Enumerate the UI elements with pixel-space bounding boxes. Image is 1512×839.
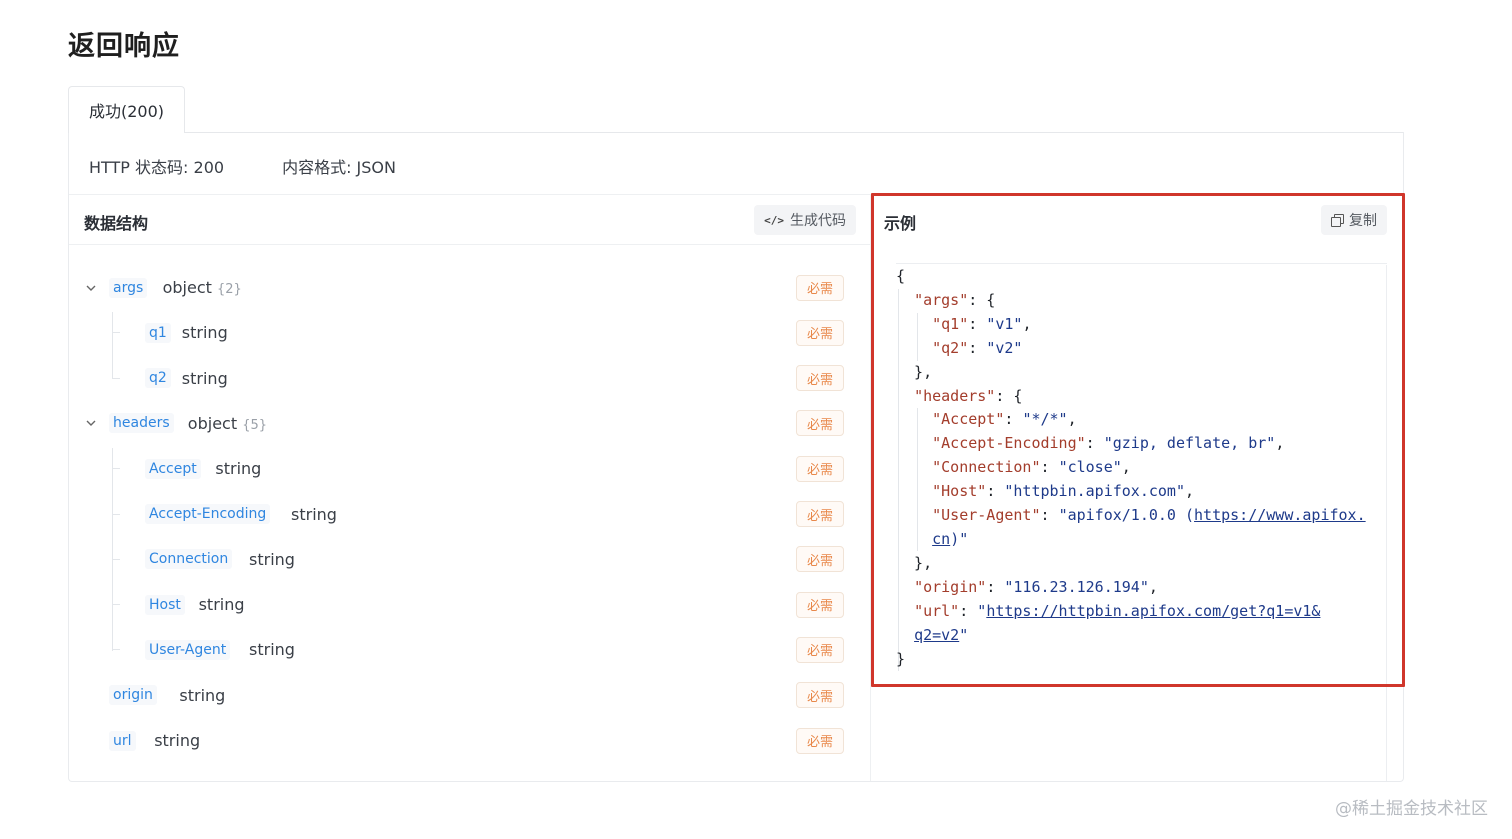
tree-branch [112,332,120,334]
code-right-border [1386,265,1387,781]
tree-branch [112,649,120,651]
required-badge: 必需 [796,274,844,301]
schema-row-accept-encoding: Accept-Encoding string 必需 [69,492,870,537]
required-badge: 必需 [796,591,844,618]
copy-label: 复制 [1349,213,1377,229]
response-meta: HTTP 状态码: 200 内容格式: JSON [89,154,396,178]
example-json-code[interactable]: { "args": { "q1": "v1", "q2": "v2" }, "h… [896,265,1366,671]
generate-code-label: 生成代码 [790,213,846,229]
schema-row-host: Host string 必需 [69,582,870,627]
field-type: object {2} [162,278,242,297]
http-status: HTTP 状态码: 200 [89,158,225,177]
generate-code-button[interactable]: </> 生成代码 [754,205,856,235]
schema-row-origin: origin string 必需 [69,673,870,718]
required-badge: 必需 [796,410,844,437]
schema-row-connection: Connection string 必需 [69,537,870,582]
schema-header: 数据结构 </> 生成代码 [69,195,870,245]
schema-row-args[interactable]: args object {2} 必需 [69,265,870,310]
field-name: url [109,730,136,751]
required-badge: 必需 [796,319,844,346]
required-badge: 必需 [796,365,844,392]
code-top-border [896,263,1387,264]
example-section: 示例 复制 { "args": { "q1": "v1", "q2": "v2"… [872,195,1403,781]
response-panel: HTTP 状态码: 200 内容格式: JSON 数据结构 </> 生成代码 a… [68,132,1404,782]
field-type: string [181,368,228,388]
field-name: Host [145,594,185,615]
field-name: Connection [145,549,233,570]
field-type: object {5} [187,413,268,433]
code-icon: </> [764,213,784,227]
field-name: Accept [145,458,201,479]
required-badge: 必需 [796,636,844,663]
schema-row-user-agent: User-Agent string 必需 [69,627,870,672]
field-type: string [291,504,337,524]
field-type: string [215,459,262,479]
field-type: string [249,549,295,569]
field-name: headers [109,413,174,434]
schema-title: 数据结构 [84,214,149,233]
field-count: {5} [242,417,268,433]
schema-row-q2: q2 string 必需 [69,356,870,401]
field-type: string [154,731,201,750]
schema-section: 数据结构 </> 生成代码 args object {2} 必需 q1 string 必… [69,195,871,781]
required-badge: 必需 [796,727,844,754]
required-badge: 必需 [796,546,844,573]
chevron-down-icon[interactable] [85,417,97,429]
field-type: string [179,685,226,705]
tree-branch [112,604,120,606]
required-badge: 必需 [796,455,844,482]
tree-branch [112,558,120,560]
schema-row-url: url string 必需 [69,718,870,763]
watermark: @稀土掘金技术社区 [1335,799,1488,819]
schema-row-q1: q1 string 必需 [69,310,870,355]
schema-row-accept: Accept string 必需 [69,446,870,491]
page-title: 返回响应 [68,31,180,62]
tree-branch [112,468,120,470]
required-badge: 必需 [796,682,844,709]
field-name: args [109,277,148,298]
example-title: 示例 [884,214,917,233]
chevron-down-icon[interactable] [85,282,97,294]
field-name: origin [109,685,157,706]
field-name: User-Agent [145,639,231,660]
required-badge: 必需 [796,501,844,527]
field-name: Accept-Encoding [145,504,271,524]
field-type: string [181,323,228,343]
field-type: string [198,595,245,615]
field-name: q1 [145,322,171,343]
tree-branch [112,513,120,515]
field-type: string [249,640,295,660]
schema-row-headers[interactable]: headers object {5} 必需 [69,401,870,446]
copy-button[interactable]: 复制 [1321,205,1387,235]
copy-icon [1331,214,1344,227]
tab-success-200[interactable]: 成功(200) [68,86,185,133]
field-count: {2} [216,282,242,297]
content-format: 内容格式: JSON [282,158,396,177]
field-name: q2 [145,368,171,389]
tree-branch [112,377,120,379]
